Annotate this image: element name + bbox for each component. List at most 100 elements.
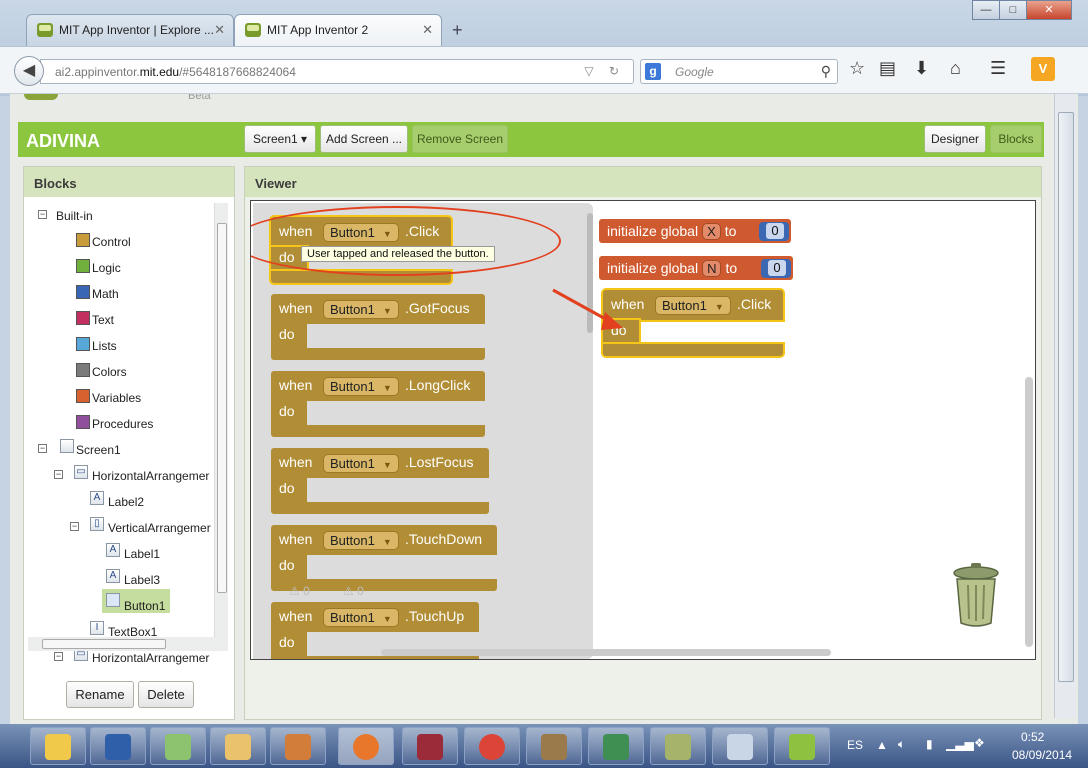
tree-item-screen1[interactable]: Screen1 [76, 443, 121, 457]
error-icon[interactable]: ⚠ 0 [343, 584, 364, 598]
taskbar-winrar[interactable] [402, 727, 458, 765]
trash-can-icon[interactable] [951, 563, 1001, 627]
component-dropdown[interactable]: Button1 ▼ [323, 608, 399, 627]
tree-horizontal-scrollbar[interactable] [28, 637, 228, 651]
page-scrollbar[interactable] [1054, 94, 1076, 718]
extension-icon[interactable]: V [1031, 57, 1055, 81]
taskbar-paint[interactable] [526, 727, 582, 765]
warning-icon[interactable]: ⚠ 0 [289, 584, 310, 598]
blocks-button[interactable]: Blocks [990, 125, 1042, 153]
close-tab-icon[interactable]: ✕ [422, 22, 433, 38]
tree-item-procedures[interactable]: Procedures [92, 417, 153, 431]
tree-vertical-scrollbar[interactable] [214, 203, 228, 637]
tree-item-vertical-arrangement[interactable]: VerticalArrangemer [108, 521, 211, 535]
tree-item-lists[interactable]: Lists [92, 339, 117, 353]
number-block[interactable]: 0 [761, 259, 791, 278]
menu-icon[interactable]: ☰ [990, 58, 1006, 79]
tab-app-inventor[interactable]: MIT App Inventor 2 ✕ [234, 14, 442, 46]
search-input[interactable]: Google [675, 65, 714, 79]
tree-item-variables[interactable]: Variables [92, 391, 141, 405]
blocks-workspace[interactable]: when Button1 ▼ .Click do when Button1 ▼ .G… [250, 200, 1036, 660]
tab-explore[interactable]: MIT App Inventor | Explore ... ✕ [26, 14, 234, 46]
tree-item-label1[interactable]: Label1 [124, 547, 160, 561]
taskbar-chrome[interactable] [464, 727, 520, 765]
tree-item-logic[interactable]: Logic [92, 261, 121, 275]
language-indicator[interactable]: ES [847, 738, 863, 752]
screen-dropdown[interactable]: Screen1 ▾ [244, 125, 316, 153]
workspace-vertical-scrollbar[interactable] [1025, 377, 1033, 647]
network-signal-icon[interactable]: ▁▃▅ [946, 737, 974, 751]
taskbar-explorer[interactable] [30, 727, 86, 765]
close-window-button[interactable]: ✕ [1026, 0, 1072, 20]
global-name-n[interactable]: N [702, 260, 722, 277]
reading-list-icon[interactable]: ▤ [879, 58, 896, 79]
taskbar-android-emulator[interactable] [650, 727, 706, 765]
reload-icon[interactable]: ▽ ↻ [584, 64, 625, 78]
taskbar-outlook[interactable] [270, 727, 326, 765]
component-dropdown[interactable]: Button1 ▼ [655, 296, 731, 315]
clock-time[interactable]: 0:52 [1021, 730, 1044, 744]
tree-item-colors[interactable]: Colors [92, 365, 127, 379]
url-bar[interactable]: ai2.appinventor.mit.edu/#564818766882406… [40, 59, 634, 84]
home-icon[interactable]: ⌂ [950, 58, 961, 79]
tree-item-text[interactable]: Text [92, 313, 114, 327]
horizontal-arrangement-icon: ▭ [74, 465, 88, 479]
plus-icon[interactable]: + [452, 20, 463, 41]
scroll-thumb[interactable] [1058, 112, 1074, 682]
taskbar-notepad-plus[interactable] [150, 727, 206, 765]
taskbar-files[interactable] [210, 727, 266, 765]
event-block-gotfocus[interactable]: when Button1 ▼ .GotFocus do [271, 294, 485, 362]
dropbox-icon[interactable]: ❖ [974, 736, 985, 750]
tree-builtin[interactable]: Built-in [56, 209, 93, 223]
rename-button[interactable]: Rename [66, 681, 134, 708]
remove-screen-button[interactable]: Remove Screen [412, 125, 508, 153]
back-button[interactable]: ◀ [14, 56, 44, 86]
tree-item-horizontal-arrangement[interactable]: HorizontalArrangemer [92, 469, 209, 483]
tree-item-label3[interactable]: Label3 [124, 573, 160, 587]
volume-icon[interactable]: 🔈︎ [898, 737, 905, 752]
taskbar-monitor[interactable] [588, 727, 644, 765]
tree-item-button1[interactable]: Button1 [124, 599, 165, 613]
collapse-toggle-icon[interactable]: − [54, 652, 63, 661]
designer-button[interactable]: Designer [924, 125, 986, 153]
close-tab-icon[interactable]: ✕ [214, 22, 225, 38]
taskbar-firefox[interactable] [338, 727, 394, 765]
taskbar-android[interactable] [774, 727, 830, 765]
add-screen-button[interactable]: Add Screen ... [320, 125, 408, 153]
show-hidden-icons-icon[interactable]: ▲ [876, 738, 888, 752]
component-dropdown[interactable]: Button1 ▼ [323, 454, 399, 473]
component-dropdown[interactable]: Button1 ▼ [323, 531, 399, 550]
collapse-toggle-icon[interactable]: − [38, 444, 47, 453]
number-block[interactable]: 0 [759, 222, 789, 241]
collapse-toggle-icon[interactable]: − [54, 470, 63, 479]
event-block-lostfocus[interactable]: when Button1 ▼ .LostFocus do [271, 448, 489, 516]
download-icon[interactable]: ⬇ [914, 58, 929, 79]
tree-item-math[interactable]: Math [92, 287, 119, 301]
workspace-horizontal-scrollbar[interactable] [381, 649, 831, 656]
scroll-thumb[interactable] [42, 639, 166, 649]
tree-item-horizontal-arrangement-2[interactable]: HorizontalArrangemer [92, 651, 209, 665]
event-name: .Click [737, 296, 772, 312]
search-bar[interactable]: g Google ⚲ [640, 59, 838, 84]
event-block-longclick[interactable]: when Button1 ▼ .LongClick do [271, 371, 485, 439]
component-dropdown[interactable]: Button1 ▼ [323, 377, 399, 396]
event-block-touchdown[interactable]: when Button1 ▼ .TouchDown do [271, 525, 497, 593]
taskbar-total-commander[interactable] [90, 727, 146, 765]
taskbar-keyboard[interactable] [712, 727, 768, 765]
tree-item-control[interactable]: Control [92, 235, 131, 249]
initialize-global-x-block[interactable]: initialize global Xto 0 [599, 219, 791, 243]
tree-item-label2[interactable]: Label2 [108, 495, 144, 509]
global-name-x[interactable]: X [702, 223, 721, 240]
initialize-global-n-block[interactable]: initialize global Nto 0 [599, 256, 793, 280]
collapse-toggle-icon[interactable]: − [70, 522, 79, 531]
delete-button[interactable]: Delete [138, 681, 194, 708]
minimize-button[interactable]: — [972, 0, 1000, 20]
collapse-toggle-icon[interactable]: − [38, 210, 47, 219]
clock-date[interactable]: 08/09/2014 [1012, 748, 1072, 762]
bookmark-star-icon[interactable]: ☆ [849, 58, 865, 79]
search-icon[interactable]: ⚲ [821, 63, 831, 80]
component-dropdown[interactable]: Button1 ▼ [323, 300, 399, 319]
scroll-thumb[interactable] [217, 223, 227, 593]
maximize-button[interactable]: □ [999, 0, 1027, 20]
battery-icon[interactable]: ▮ [926, 737, 933, 751]
